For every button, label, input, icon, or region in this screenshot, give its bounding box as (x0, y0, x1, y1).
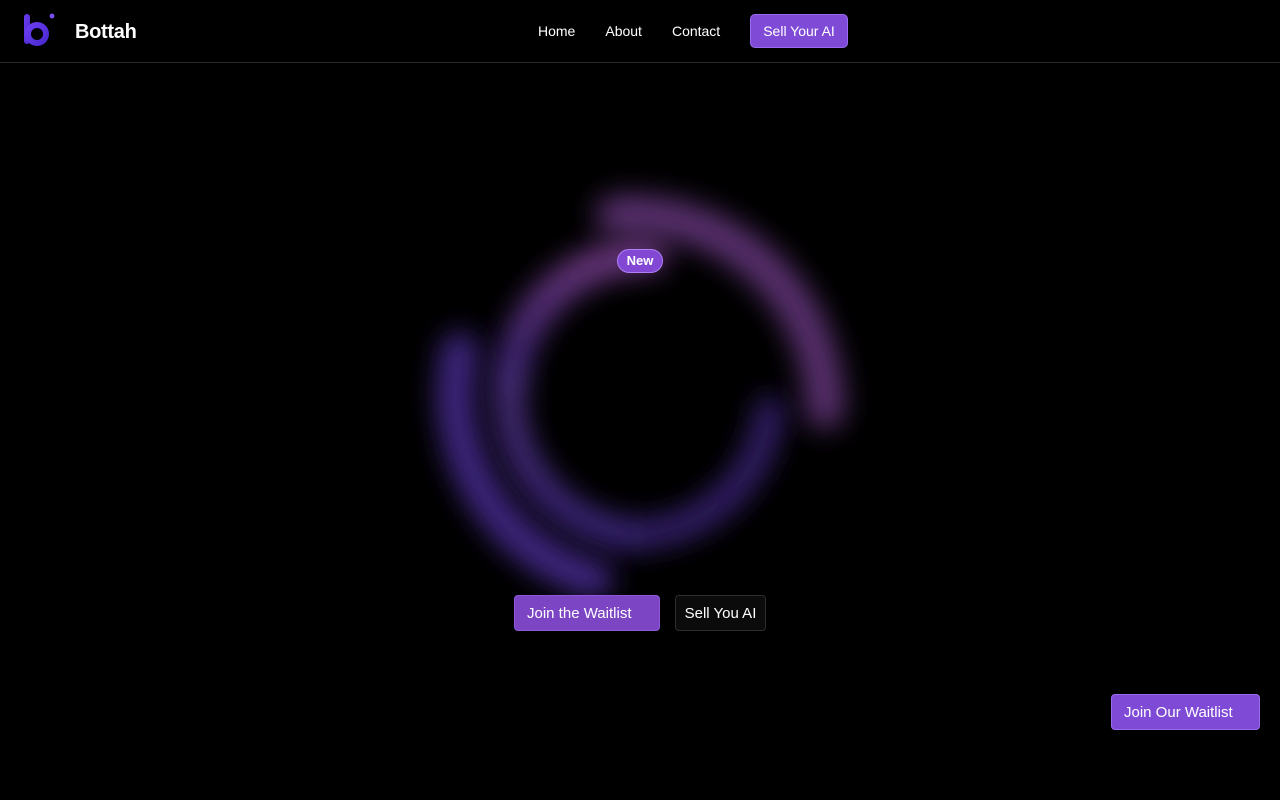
main-nav: Home About Contact Sell Your AI (526, 14, 848, 48)
join-our-waitlist-button[interactable]: Join Our Waitlist (1111, 694, 1260, 730)
nav-home[interactable]: Home (526, 14, 587, 48)
nav-contact[interactable]: Contact (660, 14, 732, 48)
nav-about[interactable]: About (593, 14, 654, 48)
new-badge: New (617, 249, 663, 273)
site-header: Bottah Home About Contact Sell Your AI (0, 0, 1280, 63)
hero-actions: Join the Waitlist Sell You AI (514, 595, 766, 631)
join-waitlist-button[interactable]: Join the Waitlist (514, 595, 660, 631)
hero-glow-ring (400, 160, 880, 630)
sell-your-ai-button[interactable]: Sell Your AI (750, 14, 848, 48)
bottah-b-logo-icon[interactable] (22, 12, 58, 48)
glow-ring-graphic (437, 195, 845, 598)
brand-name: Bottah (75, 21, 137, 43)
sell-you-ai-button[interactable]: Sell You AI (675, 595, 766, 631)
landing-page: Bottah Home About Contact Sell Your AI N… (0, 0, 1280, 800)
